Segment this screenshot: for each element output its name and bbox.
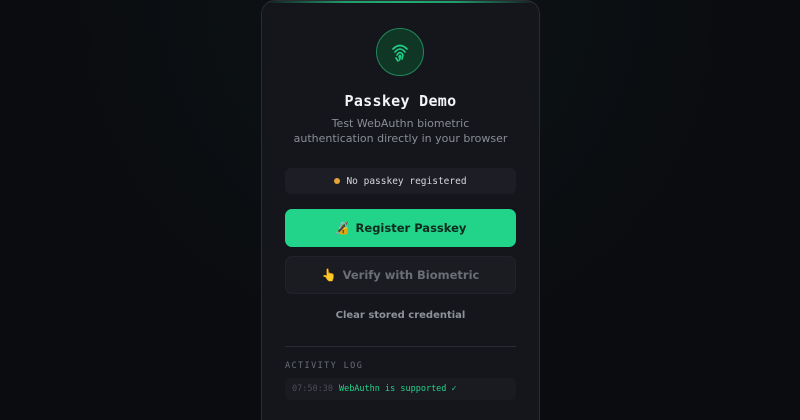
page-subtitle: Test WebAuthn biometric authentication d…	[293, 117, 508, 145]
log-entry: 07:50:30 WebAuthn is supported ✓	[285, 378, 516, 400]
log-entry-time: 07:50:30	[292, 384, 333, 394]
divider	[285, 346, 516, 347]
log-entry-message: WebAuthn is supported ✓	[338, 384, 457, 394]
page: Passkey Demo Test WebAuthn biometric aut…	[0, 0, 800, 420]
fingerprint-icon	[376, 28, 424, 76]
activity-log-heading: ACTIVITY LOG	[285, 361, 364, 371]
verify-biometric-label: Verify with Biometric	[342, 268, 480, 282]
status-text: No passkey registered	[346, 175, 467, 187]
lock-key-icon: 🔏	[334, 221, 350, 235]
clear-credential-link[interactable]: Clear stored credential	[262, 310, 539, 321]
pointing-finger-icon: 👆	[321, 268, 337, 282]
register-passkey-label: Register Passkey	[355, 221, 467, 235]
register-passkey-button[interactable]: 🔏 Register Passkey	[285, 209, 516, 247]
verify-biometric-button[interactable]: 👆 Verify with Biometric	[285, 256, 516, 294]
passkey-card: Passkey Demo Test WebAuthn biometric aut…	[261, 0, 540, 420]
status-badge: No passkey registered	[285, 168, 516, 194]
status-dot-icon	[334, 178, 341, 184]
page-title: Passkey Demo	[344, 92, 457, 110]
card-top-glow	[262, 1, 539, 3]
